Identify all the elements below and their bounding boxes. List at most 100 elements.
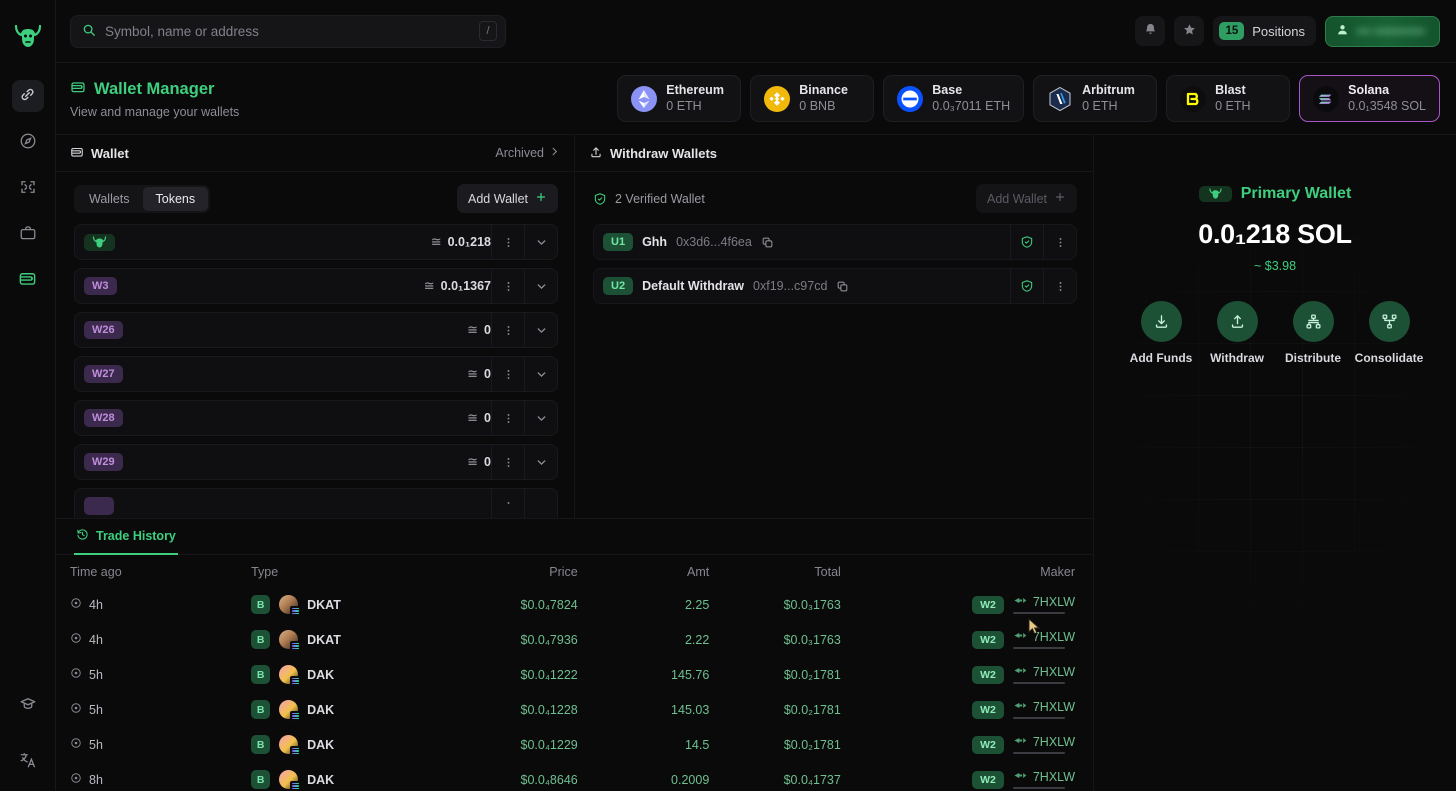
maker-address[interactable]: 7HXLW	[1033, 665, 1075, 679]
table-row[interactable]: 5h B DAK $0.0₄1228 145.03 $0.0₂1781 W2 7HXLW	[56, 692, 1093, 727]
chain-solana[interactable]: Solana 0.0₁3548 SOL	[1299, 75, 1440, 122]
wallet-row-menu-button[interactable]	[491, 224, 524, 260]
add-funds-button[interactable]: Add Funds	[1130, 301, 1192, 365]
wallet-panel: Wallet Archived Wallets Tokens Add Walle…	[56, 135, 575, 518]
account-label: ••• •••••••••••	[1357, 24, 1426, 38]
wallet-row-menu-button[interactable]	[491, 268, 524, 304]
account-button[interactable]: ••• •••••••••••	[1325, 15, 1440, 47]
sidebar-item-portfolio[interactable]	[12, 218, 44, 250]
wallet-tabs: Wallets Tokens	[74, 184, 211, 213]
trade-history-tabs: Trade History	[56, 519, 1093, 555]
maker-address[interactable]: 7HXLW	[1033, 595, 1075, 609]
maker-wallet-badge[interactable]: W2	[972, 630, 1004, 649]
time-value: 4h	[89, 632, 103, 647]
wallet-row-expand-button[interactable]	[524, 224, 557, 260]
cell-type: B DKAT	[251, 622, 446, 657]
withdraw-add-wallet-button[interactable]: Add Wallet	[976, 184, 1077, 213]
tab-tokens[interactable]: Tokens	[142, 186, 209, 211]
wallet-row-partial[interactable]	[74, 488, 558, 518]
sidebar-item-learn[interactable]	[12, 689, 44, 721]
chain-binance[interactable]: Binance 0 BNB	[750, 75, 875, 122]
tab-wallets[interactable]: Wallets	[76, 187, 143, 211]
wallet-row[interactable]: ≅ 0.0₁218	[74, 224, 558, 260]
maker-wallet-badge[interactable]: W2	[972, 665, 1004, 684]
maker-wallet-badge[interactable]: W2	[972, 770, 1004, 789]
sidebar-item-scan[interactable]	[12, 172, 44, 204]
verified-badge-icon[interactable]	[1010, 224, 1043, 260]
consolidate-button[interactable]: Consolidate	[1355, 301, 1423, 365]
wallet-row[interactable]: W29 ≅ 0	[74, 444, 558, 480]
middle-region: Wallet Archived Wallets Tokens Add Walle…	[56, 135, 1456, 791]
chain-ethereum[interactable]: Ethereum 0 ETH	[617, 75, 742, 122]
maker-address[interactable]: 7HXLW	[1033, 770, 1075, 784]
maker-underline	[1012, 612, 1065, 614]
side-badge: B	[251, 630, 271, 649]
chain-blast[interactable]: Blast 0 ETH	[1166, 75, 1291, 122]
sidebar-item-wallet[interactable]	[12, 264, 44, 296]
search-input[interactable]: Symbol, name or address	[105, 24, 470, 39]
wallet-row-expand-button[interactable]	[524, 444, 557, 480]
sidebar-item-link[interactable]	[11, 80, 44, 112]
withdraw-button[interactable]: Withdraw	[1210, 301, 1264, 365]
add-wallet-button[interactable]: Add Wallet	[457, 184, 558, 213]
wallet-row[interactable]: W3 ≅ 0.0₁1367	[74, 268, 558, 304]
approx-symbol: ≅	[467, 454, 479, 469]
table-row[interactable]: 8h B DAK $0.0₄8646 0.2009 $0.0₄1737 W2 7HXLW	[56, 762, 1093, 791]
wallet-row-menu-button[interactable]	[491, 312, 524, 348]
chain-base[interactable]: Base 0.0₃7011 ETH	[883, 75, 1025, 122]
wallet-row-menu-button[interactable]	[491, 400, 524, 436]
wallet-row-menu-button[interactable]	[491, 444, 524, 480]
wallet-row[interactable]: W27 ≅ 0	[74, 356, 558, 392]
table-row[interactable]: 4h B DKAT $0.0₄7936 2.22 $0.0₃1763 W2 7HXLW	[56, 622, 1093, 657]
wallet-panel-header: Wallet Archived	[56, 135, 574, 172]
chain-arbitrum[interactable]: Arbitrum 0 ETH	[1033, 75, 1158, 122]
bell-icon	[1143, 22, 1158, 40]
maker-wallet-badge[interactable]: W2	[972, 735, 1004, 754]
withdraw-wallet-row[interactable]: U1 Ghh 0x3d6...4f6ea	[593, 224, 1077, 260]
tab-trade-history[interactable]: Trade History	[74, 519, 178, 555]
notifications-button[interactable]	[1135, 16, 1166, 46]
maker-wallet-badge[interactable]: W2	[972, 595, 1004, 614]
withdraw-wallet-row[interactable]: U2 Default Withdraw 0xf19...c97cd	[593, 268, 1077, 304]
maker-address[interactable]: 7HXLW	[1033, 700, 1075, 714]
distribute-button[interactable]: Distribute	[1285, 301, 1341, 365]
verified-wallets-label: 2 Verified Wallet	[593, 192, 705, 206]
archived-label: Archived	[495, 146, 544, 160]
wallet-row-expand-button[interactable]	[524, 356, 557, 392]
wallet-row-expand-button[interactable]	[524, 488, 557, 518]
wallet-row-menu-button[interactable]	[491, 488, 524, 518]
cell-price: $0.0₄1228	[520, 702, 578, 717]
wallet-row-expand-button[interactable]	[524, 400, 557, 436]
download-icon	[1140, 301, 1182, 342]
positions-button[interactable]: 15 Positions	[1213, 16, 1316, 46]
time-value: 8h	[89, 772, 103, 787]
chain-balance: 0 ETH	[1082, 99, 1118, 114]
wallet-row[interactable]: W26 ≅ 0	[74, 312, 558, 348]
table-row[interactable]: 4h B DKAT $0.0₄7824 2.25 $0.0₃1763 W2 7HXLW	[56, 587, 1093, 622]
clock-icon	[70, 632, 82, 647]
table-row[interactable]: 5h B DAK $0.0₄1229 14.5 $0.0₂1781 W2 7HXLW	[56, 727, 1093, 762]
archived-link[interactable]: Archived	[495, 146, 560, 160]
copy-icon[interactable]	[836, 280, 849, 293]
maker-address[interactable]: 7HXLW	[1033, 630, 1075, 644]
table-row[interactable]: 5h B DAK $0.0₄1222 145.76 $0.0₂1781 W2 7HXLW	[56, 657, 1093, 692]
withdraw-row-menu-button[interactable]	[1043, 224, 1076, 260]
page-title: Wallet Manager	[70, 79, 239, 100]
wallet-row-menu-button[interactable]	[491, 356, 524, 392]
cell-time: 4h	[56, 622, 251, 657]
verified-badge-icon[interactable]	[1010, 268, 1043, 304]
withdraw-row-menu-button[interactable]	[1043, 268, 1076, 304]
wallet-row-expand-button[interactable]	[524, 312, 557, 348]
bull-logo-icon[interactable]	[11, 20, 45, 54]
maker-address[interactable]: 7HXLW	[1033, 735, 1075, 749]
copy-icon[interactable]	[761, 236, 774, 249]
wallet-row-expand-button[interactable]	[524, 268, 557, 304]
sidebar-item-language[interactable]	[12, 745, 44, 777]
time-value: 5h	[89, 667, 103, 682]
wallet-icon	[70, 79, 86, 100]
search-bar[interactable]: Symbol, name or address /	[70, 14, 506, 48]
wallet-row[interactable]: W28 ≅ 0	[74, 400, 558, 436]
maker-wallet-badge[interactable]: W2	[972, 700, 1004, 719]
sidebar-item-explore[interactable]	[12, 126, 44, 158]
favorites-button[interactable]	[1174, 16, 1205, 46]
